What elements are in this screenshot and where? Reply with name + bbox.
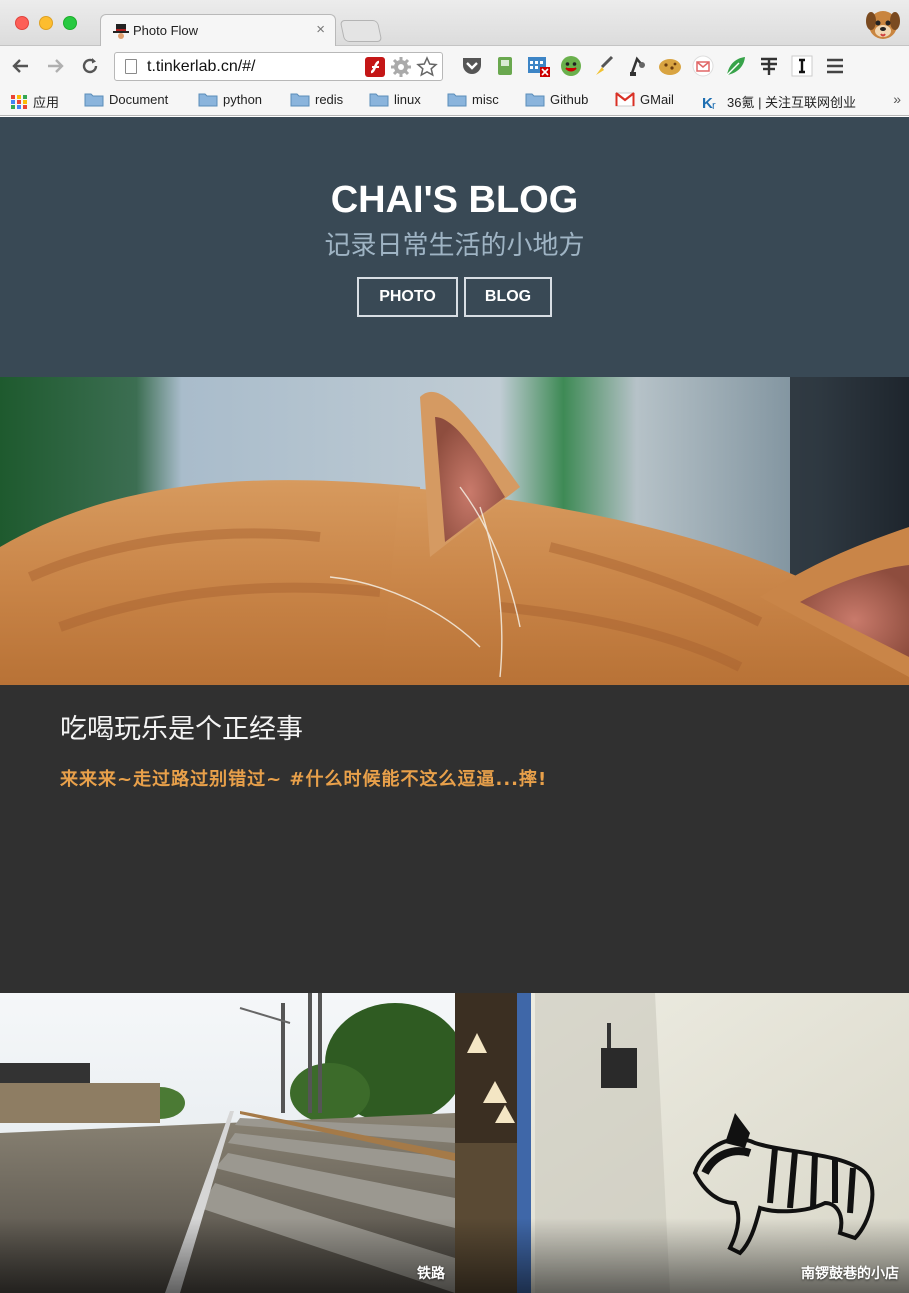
cat-image xyxy=(0,377,909,685)
bookmark-label: Github xyxy=(550,92,589,107)
reload-icon[interactable] xyxy=(79,55,101,77)
browser-titlebar: Photo Flow × xyxy=(0,0,909,47)
photo-caption: 南锣鼓巷的小店 xyxy=(801,1266,899,1282)
close-window-button[interactable] xyxy=(15,16,29,30)
bookmark-folder-python[interactable]: python xyxy=(198,92,262,107)
folder-icon xyxy=(447,93,467,107)
hero-header: CHAI'S BLOG 记录日常生活的小地方 PHOTO BLOG xyxy=(0,117,909,377)
bookmark-folder-github[interactable]: Github xyxy=(525,92,588,107)
site-title[interactable]: CHAI'S BLOG xyxy=(0,179,909,222)
site-subtitle: 记录日常生活的小地方 xyxy=(324,231,585,261)
bookmark-label: GMail xyxy=(640,92,674,107)
bookmark-label: python xyxy=(223,92,263,107)
extension-bar xyxy=(455,55,851,77)
zoom-window-button[interactable] xyxy=(63,16,77,30)
pocket-icon[interactable] xyxy=(455,55,488,77)
profile-avatar-icon[interactable] xyxy=(865,6,901,42)
apps-grid-icon xyxy=(11,94,27,109)
address-bar[interactable]: t.tinkerlab.cn/#/ xyxy=(114,52,443,81)
bookmark-folder-linux[interactable]: linux xyxy=(369,92,421,107)
featured-post-card[interactable]: 吃喝玩乐是个正经事 来来来~走过路过别错过~ #什么时候能不这么逗逼...摔! xyxy=(0,685,909,993)
bookmark-label: Document xyxy=(109,92,169,107)
folder-icon xyxy=(290,93,310,107)
tool-icon[interactable] xyxy=(752,55,785,77)
bookmark-folder-redis[interactable]: redis xyxy=(290,92,343,107)
address-bar-url[interactable]: t.tinkerlab.cn/#/ xyxy=(147,58,256,76)
back-arrow-icon[interactable] xyxy=(10,55,32,77)
brush-icon[interactable] xyxy=(587,55,620,77)
folder-icon xyxy=(369,93,389,107)
cookie-icon[interactable] xyxy=(653,55,686,77)
minimize-window-button[interactable] xyxy=(39,16,53,30)
hero-nav: PHOTO BLOG xyxy=(357,277,552,317)
gmail-icon xyxy=(615,92,635,107)
star-bookmark-icon[interactable] xyxy=(416,56,438,78)
photo-tile-railway[interactable]: 铁路 xyxy=(0,993,455,1293)
menu-icon[interactable] xyxy=(818,55,851,77)
browser-tab-active[interactable]: Photo Flow × xyxy=(100,14,336,47)
photo-nav-button[interactable]: PHOTO xyxy=(357,277,458,317)
forward-arrow-icon[interactable] xyxy=(44,55,66,77)
new-tab-button[interactable] xyxy=(339,20,383,42)
bookmark-apps[interactable]: 应用 xyxy=(10,92,59,111)
bookmarks-bar: 应用 Document python redis linux misc Gith… xyxy=(0,86,909,116)
tab-title: Photo Flow xyxy=(133,23,199,38)
folder-icon xyxy=(525,93,545,107)
bookmarks-overflow-icon[interactable]: » xyxy=(893,91,901,107)
instapaper-icon[interactable] xyxy=(785,55,818,77)
hat-favicon-icon xyxy=(113,24,129,39)
bookmark-label: 36氪 | 关注互联网创业 xyxy=(727,95,857,110)
folder-icon xyxy=(198,93,218,107)
bookmark-label: misc xyxy=(472,92,499,107)
photo-tile-shop[interactable]: 南锣鼓巷的小店 xyxy=(455,993,909,1293)
evernote-icon[interactable] xyxy=(488,55,521,77)
blog-nav-button[interactable]: BLOG xyxy=(464,277,552,317)
bookmark-label: redis xyxy=(315,92,344,107)
bookmark-folder-document[interactable]: Document xyxy=(84,92,168,107)
shop-zebra-image xyxy=(455,993,909,1293)
robot-icon[interactable] xyxy=(620,55,653,77)
photo-caption: 铁路 xyxy=(417,1266,445,1282)
bookmark-folder-misc[interactable]: misc xyxy=(447,92,499,107)
bookmark-label: linux xyxy=(394,92,421,107)
kr-icon: Kr xyxy=(702,95,716,110)
featured-post-description: 来来来~走过路过别错过~ #什么时候能不这么逗逼...摔! xyxy=(60,769,548,790)
leaf-icon[interactable] xyxy=(719,55,752,77)
railway-image xyxy=(0,993,455,1293)
bookmark-label: 应用 xyxy=(33,95,60,110)
smiley-icon[interactable] xyxy=(554,55,587,77)
featured-cat-photo[interactable] xyxy=(0,377,909,685)
bookmark-36kr[interactable]: Kr 36氪 | 关注互联网创业 xyxy=(702,92,856,111)
folder-icon xyxy=(84,93,104,107)
mail-icon[interactable] xyxy=(686,55,719,77)
bookmark-gmail[interactable]: GMail xyxy=(615,92,674,107)
featured-post-title[interactable]: 吃喝玩乐是个正经事 xyxy=(60,707,303,746)
photo-grid: 铁路 南锣鼓巷的小店 xyxy=(0,993,909,1293)
page-icon xyxy=(125,59,137,74)
flash-icon[interactable] xyxy=(364,56,386,78)
tab-close-icon[interactable]: × xyxy=(316,21,325,38)
svg-text:r: r xyxy=(712,100,716,110)
blog-page: CHAI'S BLOG 记录日常生活的小地方 PHOTO BLOG 吃喝玩乐是个… xyxy=(0,117,909,1293)
calendar-icon[interactable] xyxy=(521,55,554,77)
gear-icon[interactable] xyxy=(390,56,412,78)
browser-toolbar: t.tinkerlab.cn/#/ xyxy=(0,46,909,86)
